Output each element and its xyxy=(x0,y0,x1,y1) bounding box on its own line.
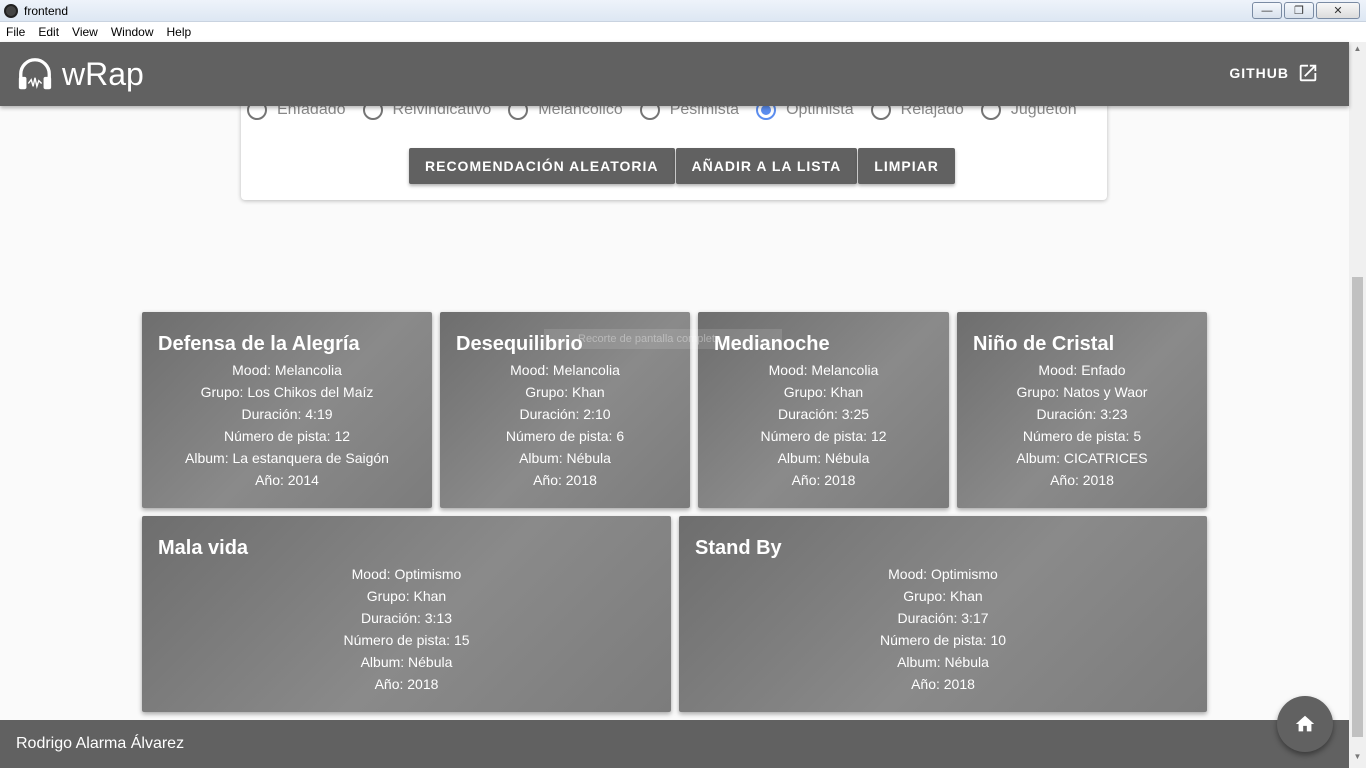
song-duration: Duración: 3:23 xyxy=(1036,406,1128,422)
song-track: Número de pista: 10 xyxy=(879,632,1007,648)
song-album: Album: CICATRICES xyxy=(1016,450,1148,466)
menu-edit[interactable]: Edit xyxy=(38,25,59,39)
footer-author: Rodrigo Alarma Álvarez xyxy=(16,735,185,752)
song-mood: Mood: Optimismo xyxy=(351,566,462,582)
open-in-new-icon xyxy=(1299,64,1317,82)
song-mood: Mood: Optimismo xyxy=(888,566,998,582)
song-track: Número de pista: 12 xyxy=(223,428,351,444)
song-mood: Mood: Melancolia xyxy=(232,362,342,378)
song-year: Año: 2018 xyxy=(533,472,597,488)
song-year: Año: 2018 xyxy=(374,676,439,692)
menu-view[interactable]: View xyxy=(72,25,98,39)
song-track: Número de pista: 15 xyxy=(343,632,470,648)
song-card[interactable]: Defensa de la Alegría Mood: Melancolia G… xyxy=(142,312,432,508)
github-label: GITHUB xyxy=(1229,65,1289,81)
song-title: Defensa de la Alegría xyxy=(158,333,360,355)
home-fab-button[interactable] xyxy=(1277,696,1333,752)
app-header: wRap GITHUB xyxy=(0,42,1349,106)
snip-overlay-text: Recorte de pantalla completa xyxy=(544,329,782,349)
song-album: Album: La estanquera de Saigón xyxy=(185,450,389,466)
song-card[interactable]: Niño de Cristal Mood: Enfado Grupo: Nato… xyxy=(957,312,1207,508)
song-title: Niño de Cristal xyxy=(973,333,1115,355)
song-year: Año: 2018 xyxy=(791,472,856,488)
song-card[interactable]: Stand By Mood: Optimismo Grupo: Khan Dur… xyxy=(679,516,1207,712)
song-group: Grupo: Khan xyxy=(783,384,864,400)
song-details: Mood: Melancolia Grupo: Khan Duración: 3… xyxy=(698,359,949,491)
song-card[interactable]: Mala vida Mood: Optimismo Grupo: Khan Du… xyxy=(142,516,671,712)
song-album: Album: Nébula xyxy=(360,654,453,670)
close-button[interactable]: ✕ xyxy=(1316,2,1360,19)
song-album: Album: Nébula xyxy=(897,654,989,670)
song-group: Grupo: Khan xyxy=(903,588,983,604)
song-duration: Duración: 4:19 xyxy=(241,406,333,422)
app-brand: wRap xyxy=(62,55,144,92)
song-track: Número de pista: 5 xyxy=(1022,428,1142,444)
minimize-button[interactable]: — xyxy=(1252,2,1282,19)
song-details: Mood: Optimismo Grupo: Khan Duración: 3:… xyxy=(679,563,1207,695)
song-group: Grupo: Natos y Waor xyxy=(1016,384,1148,400)
song-details: Mood: Optimismo Grupo: Khan Duración: 3:… xyxy=(142,563,671,695)
song-details: Mood: Melancolia Grupo: Khan Duración: 2… xyxy=(440,359,690,491)
song-group: Grupo: Khan xyxy=(525,384,605,400)
song-track: Número de pista: 12 xyxy=(760,428,887,444)
song-track: Número de pista: 6 xyxy=(505,428,625,444)
song-album: Album: Nébula xyxy=(519,450,611,466)
song-mood: Mood: Melancolia xyxy=(768,362,879,378)
window-title: frontend xyxy=(24,3,69,18)
home-icon xyxy=(1295,715,1315,732)
song-title: Stand By xyxy=(695,537,782,559)
song-album: Album: Nébula xyxy=(777,450,870,466)
random-recommendation-button[interactable]: RECOMENDACIÓN ALEATORIA xyxy=(409,148,675,184)
app-icon xyxy=(4,3,18,18)
scrollbar-thumb[interactable] xyxy=(1352,277,1363,737)
song-details: Mood: Enfado Grupo: Natos y Waor Duració… xyxy=(957,359,1207,491)
headphones-icon xyxy=(18,58,52,90)
menu-file[interactable]: File xyxy=(6,25,25,39)
app-footer: Rodrigo Alarma Álvarez xyxy=(0,720,1349,768)
song-year: Año: 2018 xyxy=(1050,472,1114,488)
vertical-scrollbar[interactable]: ▲ ▼ xyxy=(1349,42,1366,768)
song-mood: Mood: Melancolia xyxy=(510,362,620,378)
add-to-list-button[interactable]: AÑADIR A LA LISTA xyxy=(675,148,858,184)
window-titlebar: frontend — ❐ ✕ xyxy=(0,0,1366,22)
menu-help[interactable]: Help xyxy=(167,25,192,39)
window-controls: — ❐ ✕ xyxy=(1252,2,1360,19)
song-details: Mood: Melancolia Grupo: Los Chikos del M… xyxy=(142,359,432,491)
menu-window[interactable]: Window xyxy=(111,25,154,39)
song-year: Año: 2018 xyxy=(911,676,975,692)
song-duration: Duración: 3:25 xyxy=(777,406,870,422)
song-group: Grupo: Khan xyxy=(366,588,447,604)
github-link[interactable]: GITHUB xyxy=(1229,62,1319,84)
form-actions: RECOMENDACIÓN ALEATORIA AÑADIR A LA LIST… xyxy=(409,148,956,184)
song-year: Año: 2014 xyxy=(255,472,319,488)
song-duration: Duración: 3:13 xyxy=(360,610,453,626)
song-title: Mala vida xyxy=(158,537,249,559)
scroll-up-icon[interactable]: ▲ xyxy=(1352,44,1363,56)
clear-button[interactable]: LIMPIAR xyxy=(858,148,955,184)
song-duration: Duración: 3:17 xyxy=(897,610,989,626)
menu-bar: File Edit View Window Help xyxy=(0,22,1366,42)
scroll-down-icon[interactable]: ▼ xyxy=(1352,752,1363,764)
song-group: Grupo: Los Chikos del Maíz xyxy=(200,384,374,400)
song-duration: Duración: 2:10 xyxy=(519,406,611,422)
restore-button[interactable]: ❐ xyxy=(1284,2,1314,19)
song-mood: Mood: Enfado xyxy=(1038,362,1126,378)
